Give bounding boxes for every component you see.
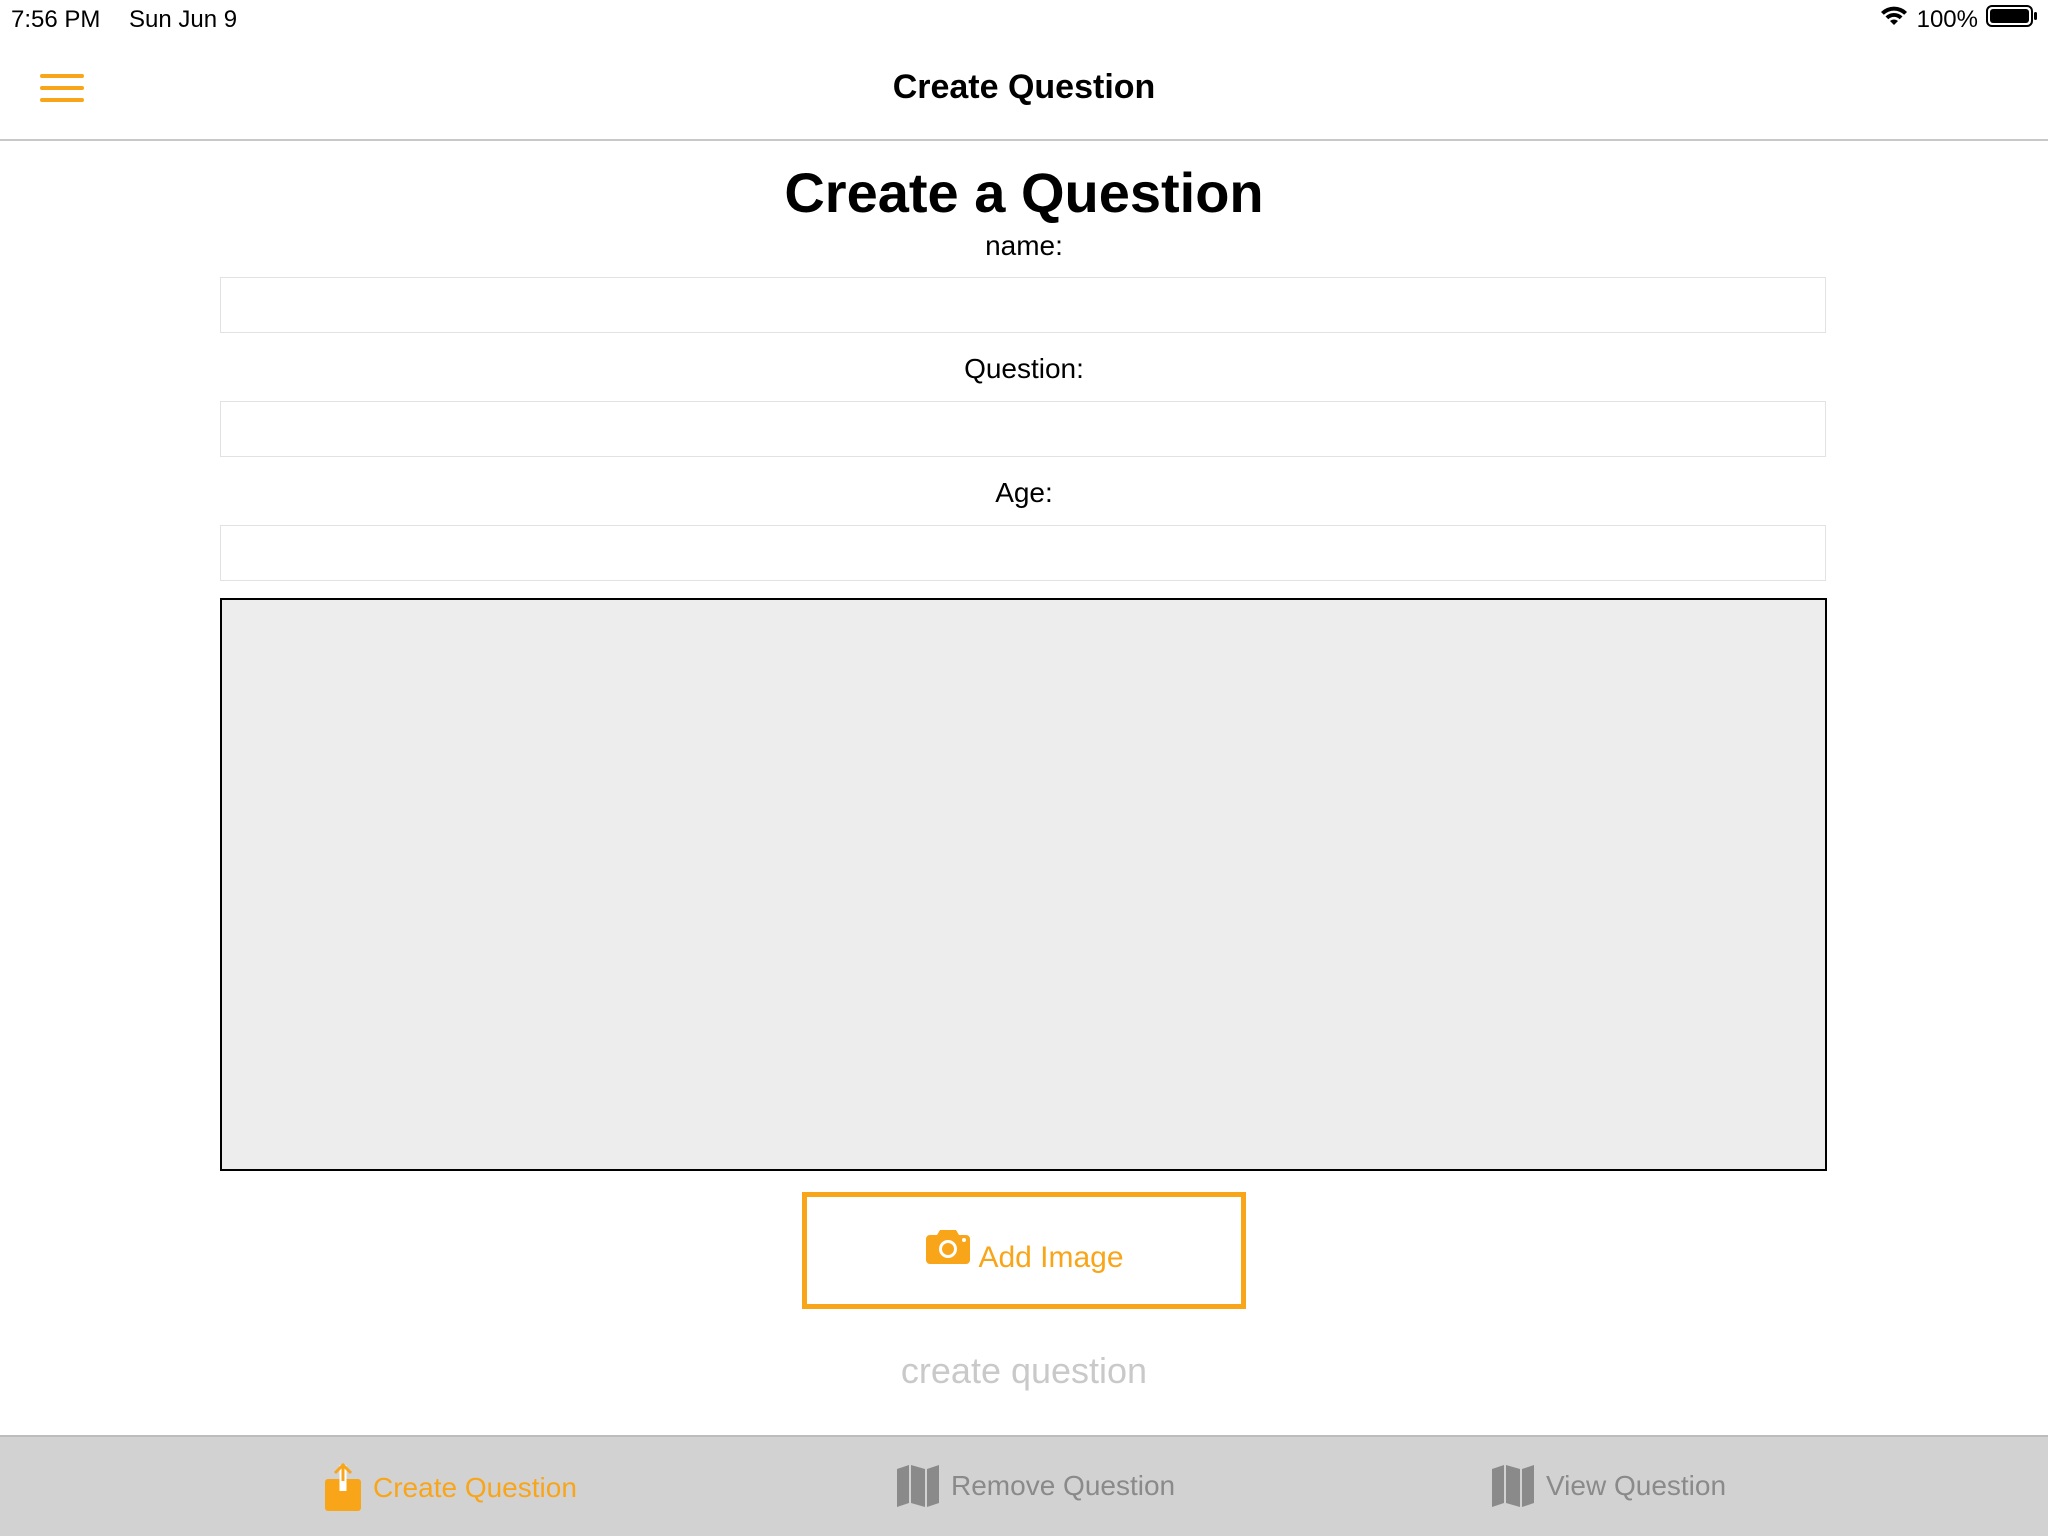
share-upload-icon <box>323 1463 363 1513</box>
tab-view-question[interactable]: View Question <box>1490 1463 1726 1509</box>
tab-remove-question[interactable]: Remove Question <box>895 1463 1175 1509</box>
nav-title: Create Question <box>892 68 1156 106</box>
add-image-label: Add Image <box>978 1240 1124 1274</box>
tab-label-view-question: View Question <box>1546 1470 1727 1501</box>
status-date: Sun Jun 9 <box>129 6 238 33</box>
add-image-button[interactable]: Add Image <box>802 1192 1246 1309</box>
tab-bar: Create Question Remove Question View Que… <box>0 1435 2048 1536</box>
status-indicators: 100% <box>1879 4 2038 35</box>
status-bar: 7:56 PM Sun Jun 9 100% <box>0 0 2048 40</box>
name-label: name: <box>985 230 1063 261</box>
battery-icon <box>1986 4 2038 35</box>
image-preview <box>220 598 1827 1171</box>
create-question-button[interactable]: create question <box>0 1350 2048 1392</box>
tab-label-create-question: Create Question <box>373 1472 577 1503</box>
status-time: 7:56 PM <box>11 6 101 33</box>
navigation-bar: Create Question <box>0 40 2048 141</box>
screen: 7:56 PM Sun Jun 9 100% Create Question C… <box>0 0 2048 1536</box>
age-field[interactable] <box>220 525 1826 581</box>
tab-create-question[interactable]: Create Question <box>323 1463 577 1513</box>
battery-percentage: 100% <box>1916 5 1978 33</box>
question-label: Question: <box>964 353 1084 384</box>
question-field[interactable] <box>220 401 1826 457</box>
map-icon <box>895 1463 941 1509</box>
page-title: Create a Question <box>784 161 1264 224</box>
tab-label-remove-question: Remove Question <box>951 1470 1176 1501</box>
name-field[interactable] <box>220 277 1826 333</box>
wifi-icon <box>1879 4 1909 35</box>
age-label: Age: <box>995 477 1053 508</box>
camera-icon <box>924 1226 972 1266</box>
map-icon <box>1490 1463 1536 1509</box>
